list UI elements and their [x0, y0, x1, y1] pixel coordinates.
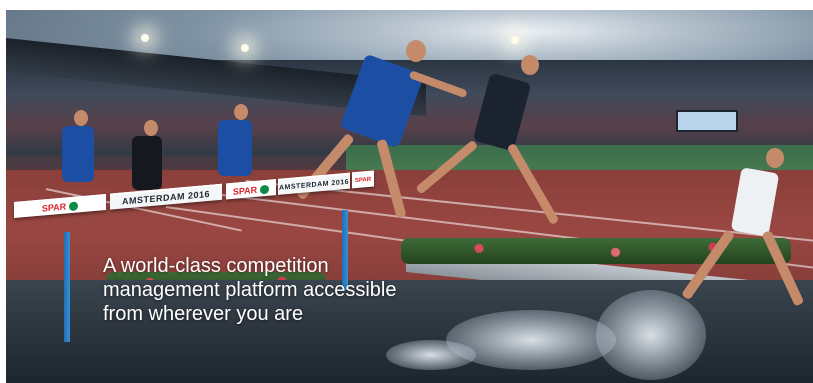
- sponsor-text: SPAR: [232, 184, 258, 197]
- runner-head: [144, 120, 158, 136]
- floodlight: [141, 34, 149, 42]
- hero-headline: A world-class competition management pla…: [103, 254, 523, 326]
- sponsor-text: SPAR: [41, 201, 67, 214]
- spar-logo: SPAR: [355, 177, 371, 184]
- hero-banner: SPAR AMSTERDAM 2016 SPAR AMSTERDAM 2016 …: [6, 10, 813, 383]
- spar-logo-mark-icon: [260, 184, 270, 194]
- spar-logo-mark-icon: [69, 200, 79, 211]
- runner-head: [406, 40, 426, 62]
- water-splash: [596, 290, 706, 380]
- headline-line: A world-class competition: [103, 255, 329, 277]
- spar-logo: SPAR: [41, 200, 79, 214]
- water-splash: [386, 340, 476, 370]
- runner-head: [766, 148, 784, 168]
- runner-singlet: [62, 126, 94, 182]
- runner-head: [521, 55, 539, 75]
- barrier-label: AMSTERDAM 2016: [278, 178, 349, 192]
- headline-line: management platform accessible: [103, 279, 397, 301]
- barrier-segment: SPAR: [352, 170, 374, 189]
- runner-singlet: [132, 136, 162, 190]
- runner-singlet: [218, 120, 252, 176]
- floodlight: [511, 36, 519, 44]
- barrier-label: AMSTERDAM 2016: [121, 188, 211, 207]
- barrier-segment: SPAR: [226, 179, 276, 200]
- runner-head: [74, 110, 88, 126]
- scoreboard: [676, 110, 738, 132]
- floodlight: [241, 44, 249, 52]
- runner-head: [234, 104, 248, 120]
- sponsor-text: SPAR: [354, 176, 372, 185]
- headline-line: from wherever you are: [103, 303, 304, 325]
- barrier-leg: [64, 232, 70, 342]
- spar-logo: SPAR: [232, 184, 270, 197]
